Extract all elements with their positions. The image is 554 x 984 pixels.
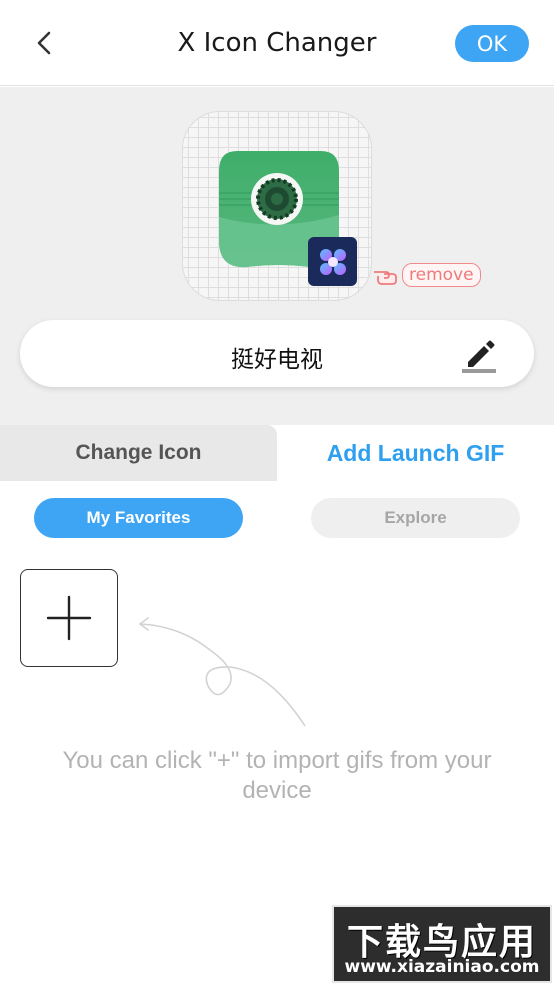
import-hint-text: You can click "+" to import gifs from yo… bbox=[62, 747, 492, 804]
tab-change-icon[interactable]: Change Icon bbox=[0, 425, 277, 481]
x-logo-icon bbox=[319, 248, 346, 275]
watermark-logo: 下载鸟应用 www.xiazainiao.com bbox=[332, 905, 552, 983]
plus-icon bbox=[46, 595, 92, 641]
tab-bar: Change Icon Add Launch GIF bbox=[0, 425, 554, 481]
add-gif-button[interactable] bbox=[20, 569, 118, 667]
pencil-icon bbox=[462, 340, 496, 373]
x-icon-changer-badge bbox=[308, 237, 357, 286]
edit-name-button[interactable] bbox=[460, 334, 500, 374]
top-bar: X Icon Changer OK bbox=[0, 0, 554, 86]
pointing-hand-icon bbox=[374, 271, 397, 285]
app-name-field[interactable]: 挺好电视 bbox=[20, 320, 534, 387]
segment-my-favorites[interactable]: My Favorites bbox=[34, 498, 243, 538]
ok-button[interactable]: OK bbox=[455, 25, 529, 62]
hint-arrow-icon bbox=[138, 617, 306, 727]
watermark-url: www.xiazainiao.com bbox=[344, 957, 540, 977]
app-name-text: 挺好电视 bbox=[231, 347, 323, 373]
segment-explore[interactable]: Explore bbox=[311, 498, 520, 538]
tab-add-launch-gif[interactable]: Add Launch GIF bbox=[277, 425, 554, 481]
icon-preview-area: remove 挺好电视 bbox=[0, 87, 554, 425]
remove-label: remove bbox=[402, 263, 481, 287]
remove-badge-button[interactable]: remove bbox=[372, 259, 481, 291]
